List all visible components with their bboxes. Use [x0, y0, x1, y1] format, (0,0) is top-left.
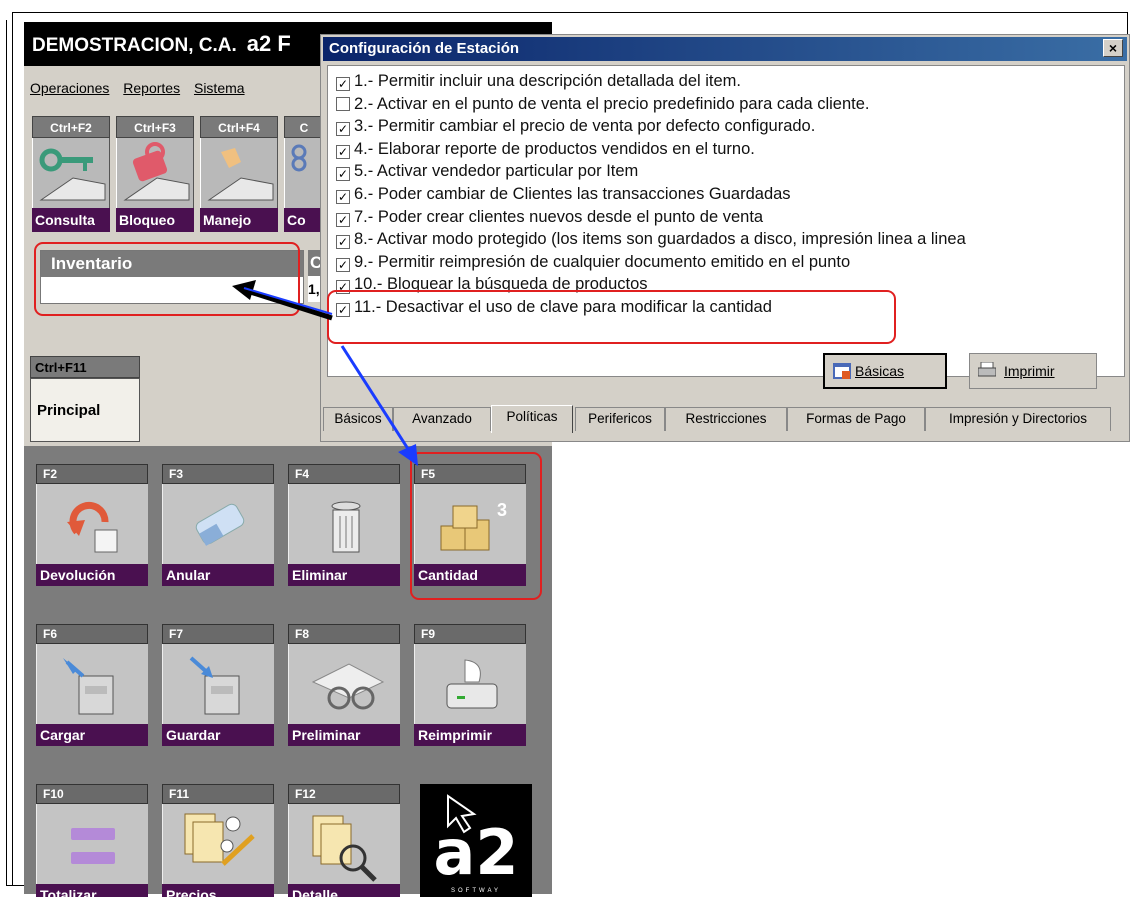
blue-arrow-line-2 — [243, 287, 333, 315]
black-arrow-line — [243, 287, 333, 321]
blue-arrow-line — [340, 345, 412, 453]
annotation-arrows — [232, 280, 418, 466]
